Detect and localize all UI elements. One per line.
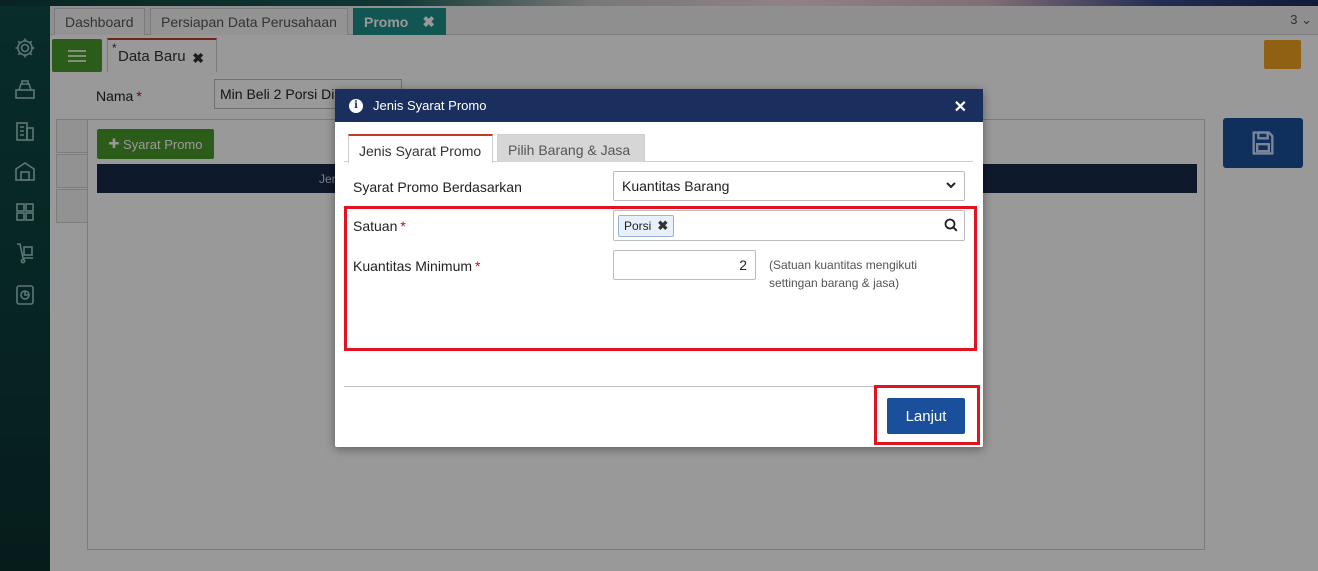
chevron-down-icon bbox=[946, 182, 956, 189]
jenis-syarat-promo-dialog: i Jenis Syarat Promo ✕ Jenis Syarat Prom… bbox=[335, 89, 983, 447]
highlight-box-fields bbox=[344, 206, 977, 351]
basis-label: Syarat Promo Berdasarkan bbox=[353, 179, 522, 195]
tab-pilih-barang-jasa[interactable]: Pilih Barang & Jasa bbox=[497, 134, 645, 162]
highlight-box-lanjut bbox=[874, 385, 980, 445]
dialog-header: i Jenis Syarat Promo ✕ bbox=[335, 89, 983, 122]
close-dialog-icon[interactable]: ✕ bbox=[954, 97, 967, 117]
basis-select[interactable]: Kuantitas Barang bbox=[613, 171, 965, 201]
info-icon: i bbox=[349, 98, 363, 113]
dialog-title: Jenis Syarat Promo bbox=[373, 98, 487, 113]
tab-jenis-syarat-promo[interactable]: Jenis Syarat Promo bbox=[348, 134, 493, 163]
dialog-tabs: Jenis Syarat Promo Pilih Barang & Jasa bbox=[344, 133, 973, 163]
